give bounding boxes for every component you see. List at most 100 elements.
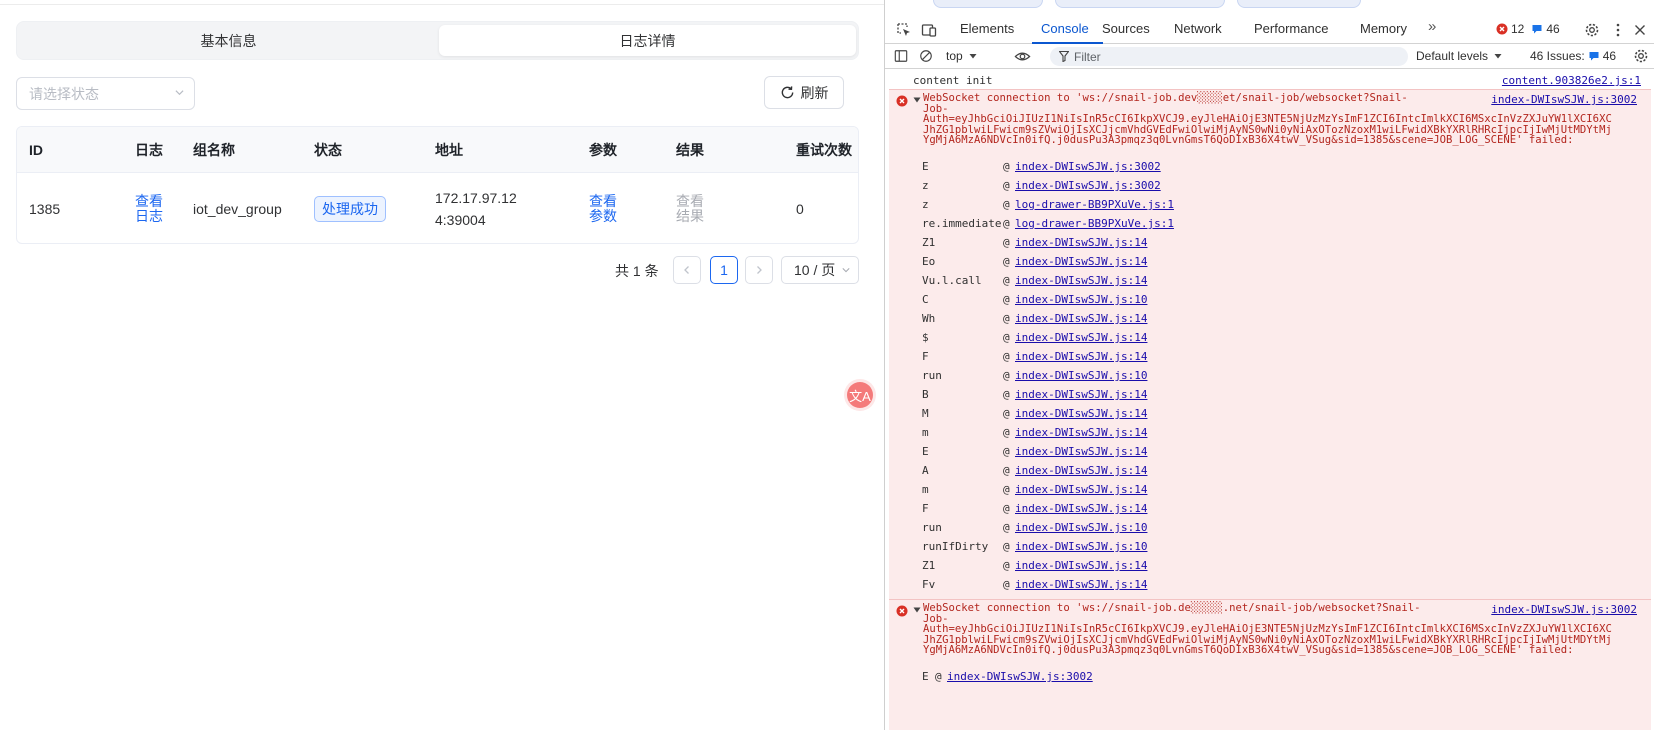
log-table: ID 日志 组名称 状态 地址 参数 结果 重试次数 1385 查看 日志 io… bbox=[16, 126, 859, 244]
stack-source-link[interactable]: index-DWIswSJW.js:14 bbox=[1015, 255, 1147, 268]
col-params: 参数 bbox=[589, 142, 617, 158]
stack-function: m bbox=[922, 426, 929, 439]
log-levels-dropdown[interactable]: Default levels bbox=[1416, 49, 1502, 63]
stack-at: @ bbox=[1003, 578, 1010, 591]
stack-source-link[interactable]: index-DWIswSJW.js:10 bbox=[1015, 540, 1147, 553]
stack-function: z bbox=[922, 179, 929, 192]
source-link[interactable]: content.903826e2.js:1 bbox=[1502, 74, 1641, 87]
console-toolbar: top Filter Default levels 46 Issues: 46 bbox=[885, 44, 1654, 69]
cell-retries: 0 bbox=[796, 201, 804, 217]
device-toolbar-icon[interactable] bbox=[921, 22, 937, 38]
stack-source-link[interactable]: log-drawer-BB9PXuVe.js:1 bbox=[1015, 217, 1174, 230]
address-line2: 4:39004 bbox=[435, 212, 486, 228]
stack-source-link[interactable]: index-DWIswSJW.js:14 bbox=[1015, 483, 1147, 496]
stack-source-link[interactable]: index-DWIswSJW.js:10 bbox=[1015, 293, 1147, 306]
error-source-link[interactable]: index-DWIswSJW.js:3002 bbox=[1491, 603, 1637, 616]
stack-source-link[interactable]: index-DWIswSJW.js:14 bbox=[1015, 350, 1147, 363]
tab-basic-info[interactable]: 基本信息 bbox=[20, 25, 437, 56]
console-settings-icon[interactable] bbox=[1633, 48, 1649, 64]
inspect-element-icon[interactable] bbox=[896, 22, 912, 38]
stack-source-link[interactable]: index-DWIswSJW.js:14 bbox=[1015, 559, 1147, 572]
tab-performance[interactable]: Performance bbox=[1254, 21, 1328, 36]
chevron-right-icon bbox=[757, 266, 762, 274]
error-icon bbox=[896, 605, 908, 617]
stack-source-link[interactable]: index-DWIswSJW.js:14 bbox=[1015, 445, 1147, 458]
stack-source-link[interactable]: index-DWIswSJW.js:14 bbox=[1015, 426, 1147, 439]
stack-source-link[interactable]: index-DWIswSJW.js:14 bbox=[1015, 502, 1147, 515]
status-badge: 处理成功 bbox=[314, 196, 386, 222]
stack-function: $ bbox=[922, 331, 929, 344]
issues-button[interactable]: 46 Issues: 46 bbox=[1530, 49, 1616, 63]
stack-function: F bbox=[922, 350, 929, 363]
tab-console[interactable]: Console bbox=[1041, 21, 1089, 36]
error-icon bbox=[1496, 23, 1508, 35]
stack-source-link[interactable]: log-drawer-BB9PXuVe.js:1 bbox=[1015, 198, 1174, 211]
filter-icon bbox=[1059, 51, 1069, 62]
stack-source-link[interactable]: index-DWIswSJW.js:14 bbox=[1015, 388, 1147, 401]
stack-function: B bbox=[922, 388, 929, 401]
stack-at: @ bbox=[1003, 236, 1010, 249]
stack-function: run bbox=[922, 521, 942, 534]
chevron-down-icon bbox=[842, 268, 850, 273]
page-1-button[interactable]: 1 bbox=[710, 256, 738, 284]
stack-source-link[interactable]: index-DWIswSJW.js:10 bbox=[1015, 521, 1147, 534]
stack-source-link[interactable]: index-DWIswSJW.js:3002 bbox=[1015, 179, 1161, 192]
view-params-line1: 查看 bbox=[589, 193, 617, 209]
stack-at: @ bbox=[1003, 369, 1010, 382]
view-params-link[interactable]: 查看 参数 bbox=[589, 173, 617, 243]
stack-source-link[interactable]: index-DWIswSJW.js:3002 bbox=[947, 670, 1093, 683]
tab-network[interactable]: Network bbox=[1174, 21, 1222, 36]
next-page-button[interactable] bbox=[745, 256, 773, 284]
error-counter[interactable]: 12 46 bbox=[1496, 22, 1560, 36]
stack-source-link[interactable]: index-DWIswSJW.js:14 bbox=[1015, 407, 1147, 420]
browser-tab-stub bbox=[1055, 0, 1225, 8]
kebab-menu-icon[interactable] bbox=[1610, 22, 1626, 38]
tab-log-details[interactable]: 日志详情 bbox=[439, 25, 856, 56]
filter-input[interactable]: Filter bbox=[1050, 47, 1408, 66]
refresh-icon bbox=[781, 86, 793, 99]
more-tabs-button[interactable]: » bbox=[1428, 18, 1436, 35]
view-result-line1: 查看 bbox=[676, 193, 704, 209]
expand-triangle-icon[interactable] bbox=[913, 606, 921, 614]
translate-icon[interactable]: 文A bbox=[847, 382, 873, 408]
stack-source-link[interactable]: index-DWIswSJW.js:10 bbox=[1015, 369, 1147, 382]
tab-memory[interactable]: Memory bbox=[1360, 21, 1407, 36]
stack-source-link[interactable]: index-DWIswSJW.js:14 bbox=[1015, 312, 1147, 325]
screen: 基本信息 日志详情 请选择状态 刷新 ID 日志 组名称 状态 地址 参数 结果… bbox=[0, 0, 1654, 730]
error-source-link[interactable]: index-DWIswSJW.js:3002 bbox=[1491, 93, 1637, 106]
stack-source-link[interactable]: index-DWIswSJW.js:14 bbox=[1015, 331, 1147, 344]
context-selector[interactable]: top bbox=[946, 49, 977, 63]
stack-at: @ bbox=[1003, 445, 1010, 458]
stack-at: @ bbox=[1003, 198, 1010, 211]
stack-at: @ bbox=[1003, 540, 1010, 553]
tab-sources[interactable]: Sources bbox=[1102, 21, 1150, 36]
log-levels-value: Default levels bbox=[1416, 49, 1489, 63]
eye-icon[interactable] bbox=[1014, 48, 1031, 65]
sidebar-toggle-icon[interactable] bbox=[894, 49, 908, 63]
issue-count: 46 bbox=[1546, 22, 1560, 36]
stack-function: Fv bbox=[922, 578, 936, 591]
stack-at: @ bbox=[1003, 217, 1010, 230]
view-result-link[interactable]: 查看 结果 bbox=[676, 173, 704, 243]
stack-source-link[interactable]: index-DWIswSJW.js:14 bbox=[1015, 464, 1147, 477]
stack-function: Z1 bbox=[922, 236, 936, 249]
view-log-link[interactable]: 查看 日志 bbox=[135, 173, 163, 243]
col-retries: 重试次数 bbox=[796, 142, 852, 158]
settings-gear-icon[interactable] bbox=[1584, 22, 1600, 38]
page-size-select[interactable]: 10 / 页 bbox=[781, 256, 859, 284]
refresh-button[interactable]: 刷新 bbox=[764, 76, 844, 109]
stack-source-link[interactable]: index-DWIswSJW.js:14 bbox=[1015, 236, 1147, 249]
expand-triangle-icon[interactable] bbox=[913, 96, 921, 104]
stack-source-link[interactable]: index-DWIswSJW.js:14 bbox=[1015, 274, 1147, 287]
prev-page-button[interactable] bbox=[673, 256, 701, 284]
tab-elements[interactable]: Elements bbox=[960, 21, 1014, 36]
col-address: 地址 bbox=[435, 142, 463, 158]
close-icon[interactable] bbox=[1632, 22, 1648, 38]
stack-source-link[interactable]: index-DWIswSJW.js:3002 bbox=[1015, 160, 1161, 173]
clear-console-icon[interactable] bbox=[919, 49, 933, 63]
stack-source-link[interactable]: index-DWIswSJW.js:14 bbox=[1015, 578, 1147, 591]
address-line1: 172.17.97.12 bbox=[435, 190, 517, 206]
view-params-line2: 参数 bbox=[589, 208, 617, 224]
stack-function: F bbox=[922, 502, 929, 515]
status-select[interactable]: 请选择状态 bbox=[16, 77, 195, 110]
